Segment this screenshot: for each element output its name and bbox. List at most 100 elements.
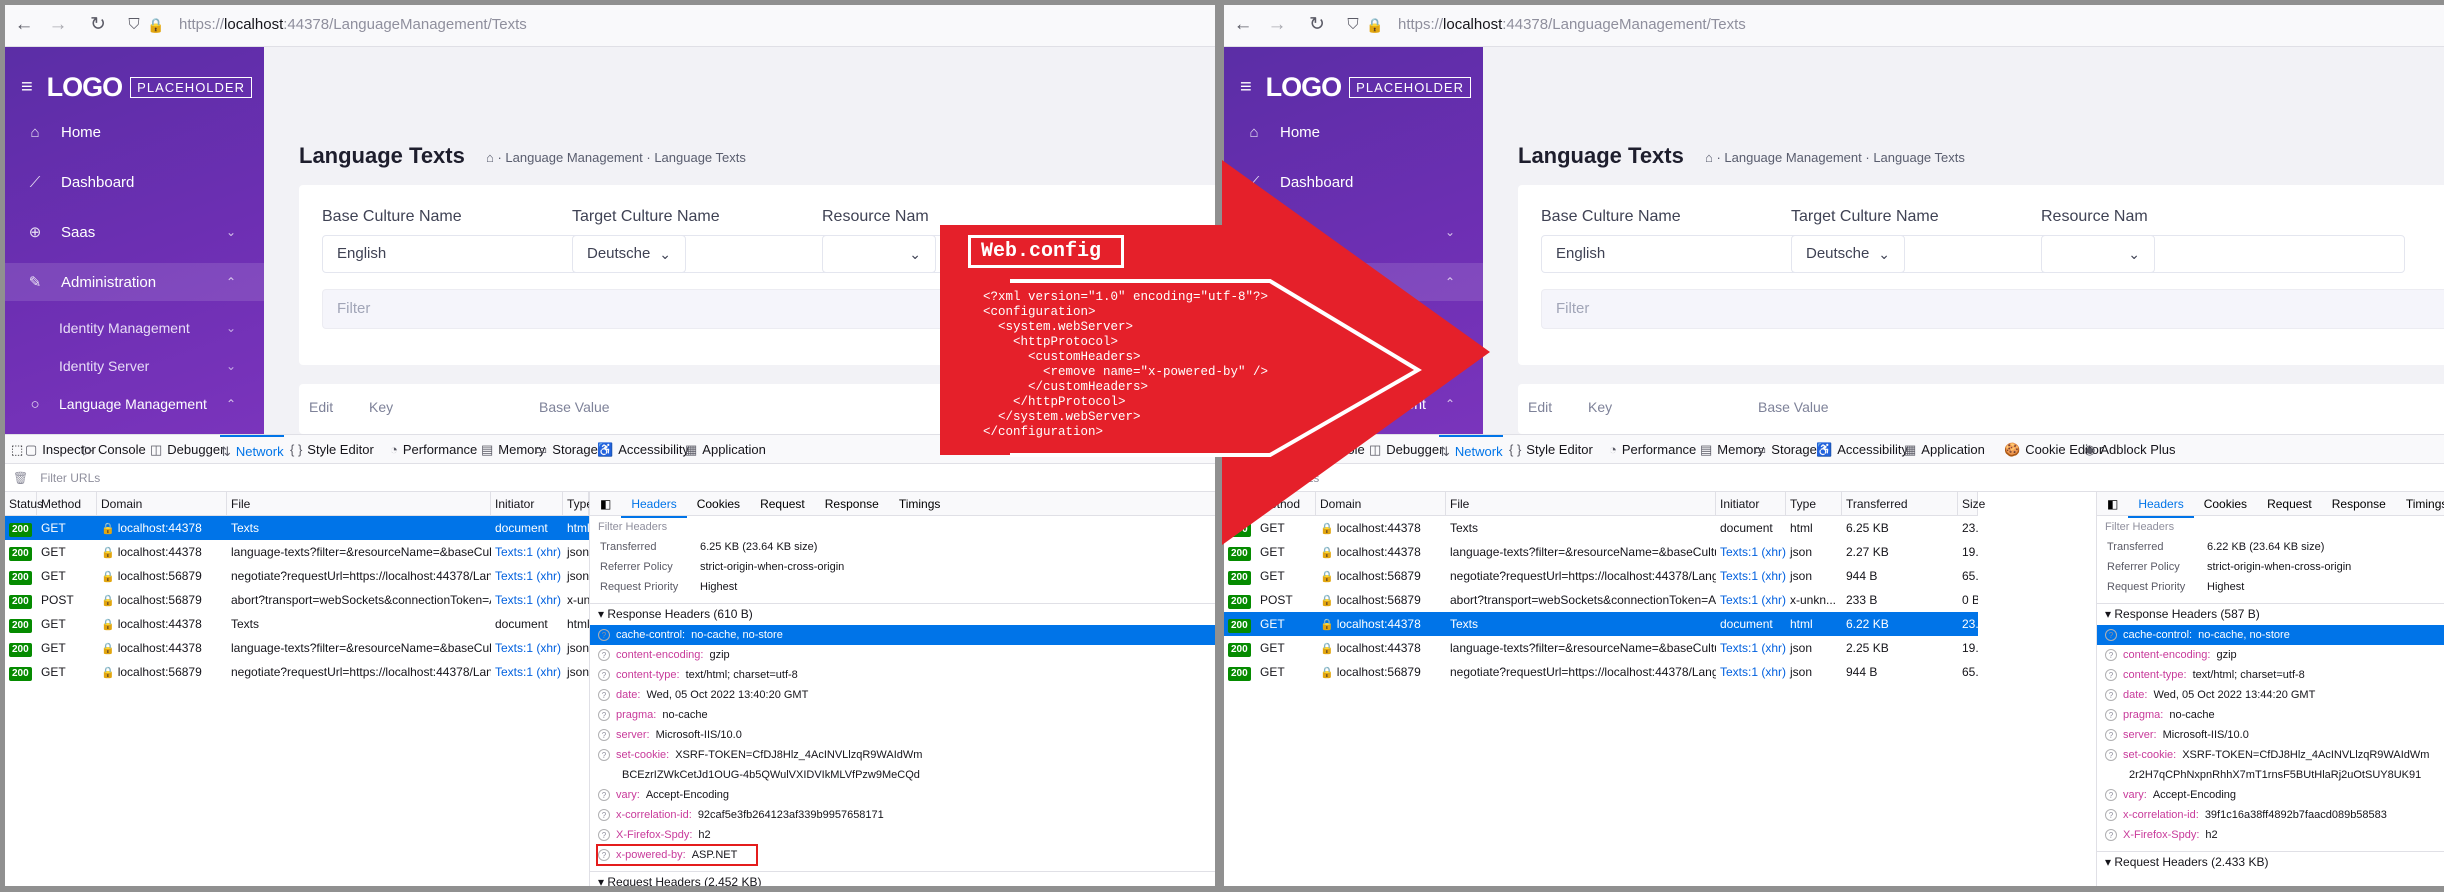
request-row[interactable]: 200 GET 🔒 localhost:44378 Texts document html: [5, 612, 589, 636]
request-row[interactable]: 200 POST 🔒 localhost:56879 abort?transport=w…: [1224, 588, 1978, 612]
initiator-link[interactable]: Texts:1 (xhr): [495, 641, 561, 655]
sidebar-item-administration[interactable]: ✎ Administration ⌃: [5, 263, 264, 301]
tab-headers[interactable]: Headers: [621, 492, 687, 518]
request-headers-title[interactable]: ▾ Request Headers (2.452 KB): [590, 871, 1215, 886]
response-header-row[interactable]: ? date: Wed, 05 Oct 2022 13:44:20 GMT: [2097, 685, 2444, 705]
col-file[interactable]: File: [227, 492, 491, 516]
initiator-link[interactable]: Texts:1 (xhr): [1720, 569, 1786, 583]
col-file[interactable]: File: [1446, 492, 1716, 516]
response-header-row[interactable]: ? vary: Accept-Encoding: [2097, 785, 2444, 805]
request-row[interactable]: 200 GET 🔒 localhost:56879 negotiate?requestU…: [1224, 660, 1978, 684]
trash-icon[interactable]: 🗑: [1232, 471, 1247, 485]
tab-response[interactable]: Response: [2322, 492, 2396, 516]
devtools-tab-accessibility[interactable]: ♿ Accessibility: [1816, 435, 1908, 464]
col-type[interactable]: Type: [1786, 492, 1842, 516]
breadcrumb-item[interactable]: Language Management: [1724, 150, 1861, 165]
tab-headers[interactable]: Headers: [2128, 492, 2194, 518]
response-header-row[interactable]: ? X-Firefox-Spdy: h2: [2097, 825, 2444, 845]
sidebar-item-dashboard[interactable]: ⟋ Dashboard: [5, 163, 264, 201]
col-key[interactable]: Key: [1588, 399, 1612, 415]
initiator-link[interactable]: Texts:1 (xhr): [495, 545, 561, 559]
col-key[interactable]: Key: [369, 399, 393, 415]
devtools-tab-application[interactable]: ▦ Application: [1904, 435, 1985, 464]
response-headers-title[interactable]: ▾ Response Headers (610 B): [590, 603, 1215, 623]
response-header-row[interactable]: ? server: Microsoft-IIS/10.0: [2097, 725, 2444, 745]
sidebar-item-identity-management[interactable]: Identity Management ⌄: [5, 309, 264, 347]
home-icon[interactable]: ⌂ ·: [1705, 150, 1724, 165]
devtools-tab-storage[interactable]: ▭ Storage: [535, 435, 598, 464]
response-headers-title[interactable]: ▾ Response Headers (587 B): [2097, 603, 2444, 623]
sidebar-item-home[interactable]: ⌂ Home: [1224, 113, 1483, 151]
response-header-row[interactable]: ? cache-control: no-cache, no-store: [590, 625, 1215, 645]
response-header-row[interactable]: ? X-Firefox-Spdy: h2: [590, 825, 1215, 845]
initiator-link[interactable]: Texts:1 (xhr): [1720, 641, 1786, 655]
response-header-row[interactable]: ? date: Wed, 05 Oct 2022 13:40:20 GMT: [590, 685, 1215, 705]
response-header-row[interactable]: ? vary: Accept-Encoding: [590, 785, 1215, 805]
devtools-tab-console[interactable]: ▷ Console: [83, 435, 146, 464]
picker-icon[interactable]: ⬚: [11, 435, 23, 464]
request-row[interactable]: 200 GET 🔒 localhost:56879 negotiate?requestU…: [5, 564, 589, 588]
request-row[interactable]: 200 GET 🔒 localhost:44378 Texts document html 6…: [1224, 516, 1978, 540]
devtools-tab-storage[interactable]: ▭ Storage: [1754, 435, 1817, 464]
col-domain[interactable]: Domain: [97, 492, 227, 516]
devtools-tab-adblock-plus[interactable]: ◉ Adblock Plus: [2084, 435, 2176, 464]
response-header-row[interactable]: ? server: Microsoft-IIS/10.0: [590, 725, 1215, 745]
devtools-tab-style-editor[interactable]: { } Style Editor: [1509, 435, 1593, 464]
back-icon[interactable]: ←: [1232, 14, 1254, 36]
forward-icon[interactable]: →: [1266, 14, 1288, 36]
request-row[interactable]: 200 GET 🔒 localhost:44378 language-texts?fil…: [1224, 636, 1978, 660]
request-row[interactable]: 200 GET 🔒 localhost:44378 Texts document html 6…: [1224, 612, 1978, 636]
request-headers-title[interactable]: ▾ Request Headers (2.433 KB): [2097, 851, 2444, 871]
tab-request[interactable]: Request: [2257, 492, 2322, 516]
response-header-row[interactable]: ? pragma: no-cache: [2097, 705, 2444, 725]
home-icon[interactable]: ⌂ ·: [486, 150, 505, 165]
response-header-row[interactable]: ? content-encoding: gzip: [2097, 645, 2444, 665]
filter-urls-input[interactable]: Filter URLs: [40, 471, 100, 485]
initiator-link[interactable]: Texts:1 (xhr): [495, 593, 561, 607]
devtools-tab-application[interactable]: ▦ Application: [685, 435, 766, 464]
filter-urls-input[interactable]: Filter URLs: [1259, 471, 1319, 485]
response-header-row[interactable]: ? pragma: no-cache: [590, 705, 1215, 725]
response-header-row[interactable]: BCEzrIZWkCetJd1OUG-4b5QWulVXIDVIkMLVfPzw…: [590, 765, 1215, 785]
response-header-row[interactable]: ? x-correlation-id: 92caf5e3fb264123af339b…: [590, 805, 1215, 825]
initiator-link[interactable]: Texts:1 (xhr): [1720, 665, 1786, 679]
response-header-row[interactable]: ? content-type: text/html; charset=utf-8: [2097, 665, 2444, 685]
col-status[interactable]: Status: [1224, 492, 1262, 516]
col-type[interactable]: Type: [563, 492, 593, 516]
devtools-tab-performance[interactable]: ◔ Performance: [1609, 435, 1696, 464]
col-transferred[interactable]: Transferred: [1842, 492, 1958, 516]
sidebar-item-home[interactable]: ⌂ Home: [5, 113, 264, 151]
sidebar-item-language-management[interactable]: ○ Language Management ⌃: [5, 385, 264, 423]
response-header-row[interactable]: ? content-type: text/html; charset=utf-8: [590, 665, 1215, 685]
resource-name-select[interactable]: [2041, 235, 2405, 273]
devtools-tab-accessibility[interactable]: ♿ Accessibility: [597, 435, 689, 464]
request-row[interactable]: 200 GET 🔒 localhost:44378 language-texts?fil…: [1224, 540, 1978, 564]
url-field[interactable]: https://localhost:44378/LanguageManageme…: [1398, 16, 1746, 33]
col-domain[interactable]: Domain: [1316, 492, 1446, 516]
col-status[interactable]: Status: [5, 492, 43, 516]
col-initiator[interactable]: Initiator: [1716, 492, 1786, 516]
url-field[interactable]: https://localhost:44378/LanguageManageme…: [179, 16, 527, 33]
col-method[interactable]: Method: [37, 492, 97, 516]
panel-icon[interactable]: ◧: [2097, 492, 2128, 516]
reload-icon[interactable]: ↻: [87, 14, 109, 36]
tab-timings[interactable]: Timings: [2396, 492, 2444, 516]
col-method[interactable]: Method: [1256, 492, 1316, 516]
devtools-tab-debugger[interactable]: ◫ Debugger: [150, 435, 224, 464]
response-header-row[interactable]: ? cache-control: no-cache, no-store: [2097, 625, 2444, 645]
back-icon[interactable]: ←: [13, 14, 35, 36]
trash-icon[interactable]: 🗑: [13, 471, 28, 485]
col-base-value[interactable]: Base Value: [1758, 399, 1829, 415]
request-row[interactable]: 200 POST 🔒 localhost:56879 abort?transport=w…: [5, 588, 589, 612]
request-row[interactable]: 200 GET 🔒 localhost:56879 negotiate?requestU…: [1224, 564, 1978, 588]
tab-timings[interactable]: Timings: [889, 492, 951, 516]
panel-icon[interactable]: ◧: [590, 492, 621, 516]
tab-response[interactable]: Response: [815, 492, 889, 516]
initiator-link[interactable]: Texts:1 (xhr): [495, 569, 561, 583]
initiator-link[interactable]: Texts:1 (xhr): [1720, 545, 1786, 559]
response-header-row[interactable]: ? set-cookie: XSRF-TOKEN=CfDJ8Hlz_4AcINVLl…: [2097, 745, 2444, 765]
tab-cookies[interactable]: Cookies: [2194, 492, 2257, 516]
tab-request[interactable]: Request: [750, 492, 815, 516]
request-row[interactable]: 200 GET 🔒 localhost:44378 language-texts?fil…: [5, 636, 589, 660]
forward-icon[interactable]: →: [47, 14, 69, 36]
